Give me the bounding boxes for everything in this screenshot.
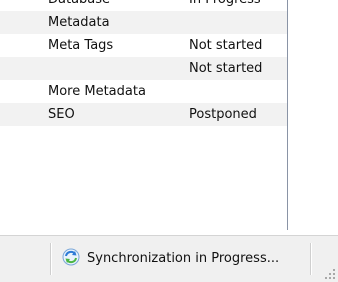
list-item[interactable]: Meta Tags Not started: [0, 34, 287, 57]
task-status: Postponed: [189, 107, 257, 122]
task-list-panel: Database In Progress Metadata Meta Tags …: [0, 0, 288, 230]
list-item[interactable]: SEO Postponed: [0, 103, 287, 126]
task-status: Not started: [189, 61, 263, 76]
task-name: More Metadata: [48, 84, 146, 99]
status-bar: Synchronization in Progress...: [0, 235, 338, 282]
status-separator: [310, 243, 311, 275]
task-list: Database In Progress Metadata Meta Tags …: [0, 0, 287, 126]
list-item[interactable]: Database In Progress: [0, 0, 287, 11]
sync-icon: [62, 248, 80, 266]
task-status: In Progress: [189, 0, 261, 11]
task-name: Metadata: [48, 15, 110, 30]
resize-grip-icon[interactable]: [323, 267, 335, 279]
list-item[interactable]: More Metadata: [0, 80, 287, 103]
task-status: Not started: [189, 38, 263, 53]
list-item[interactable]: Metadata: [0, 11, 287, 34]
task-name: Database: [48, 0, 110, 11]
task-name: SEO: [48, 107, 75, 122]
sync-status-text: Synchronization in Progress...: [87, 251, 280, 266]
task-name: Meta Tags: [48, 38, 114, 53]
status-separator: [50, 243, 51, 275]
list-item[interactable]: Not started: [0, 57, 287, 80]
